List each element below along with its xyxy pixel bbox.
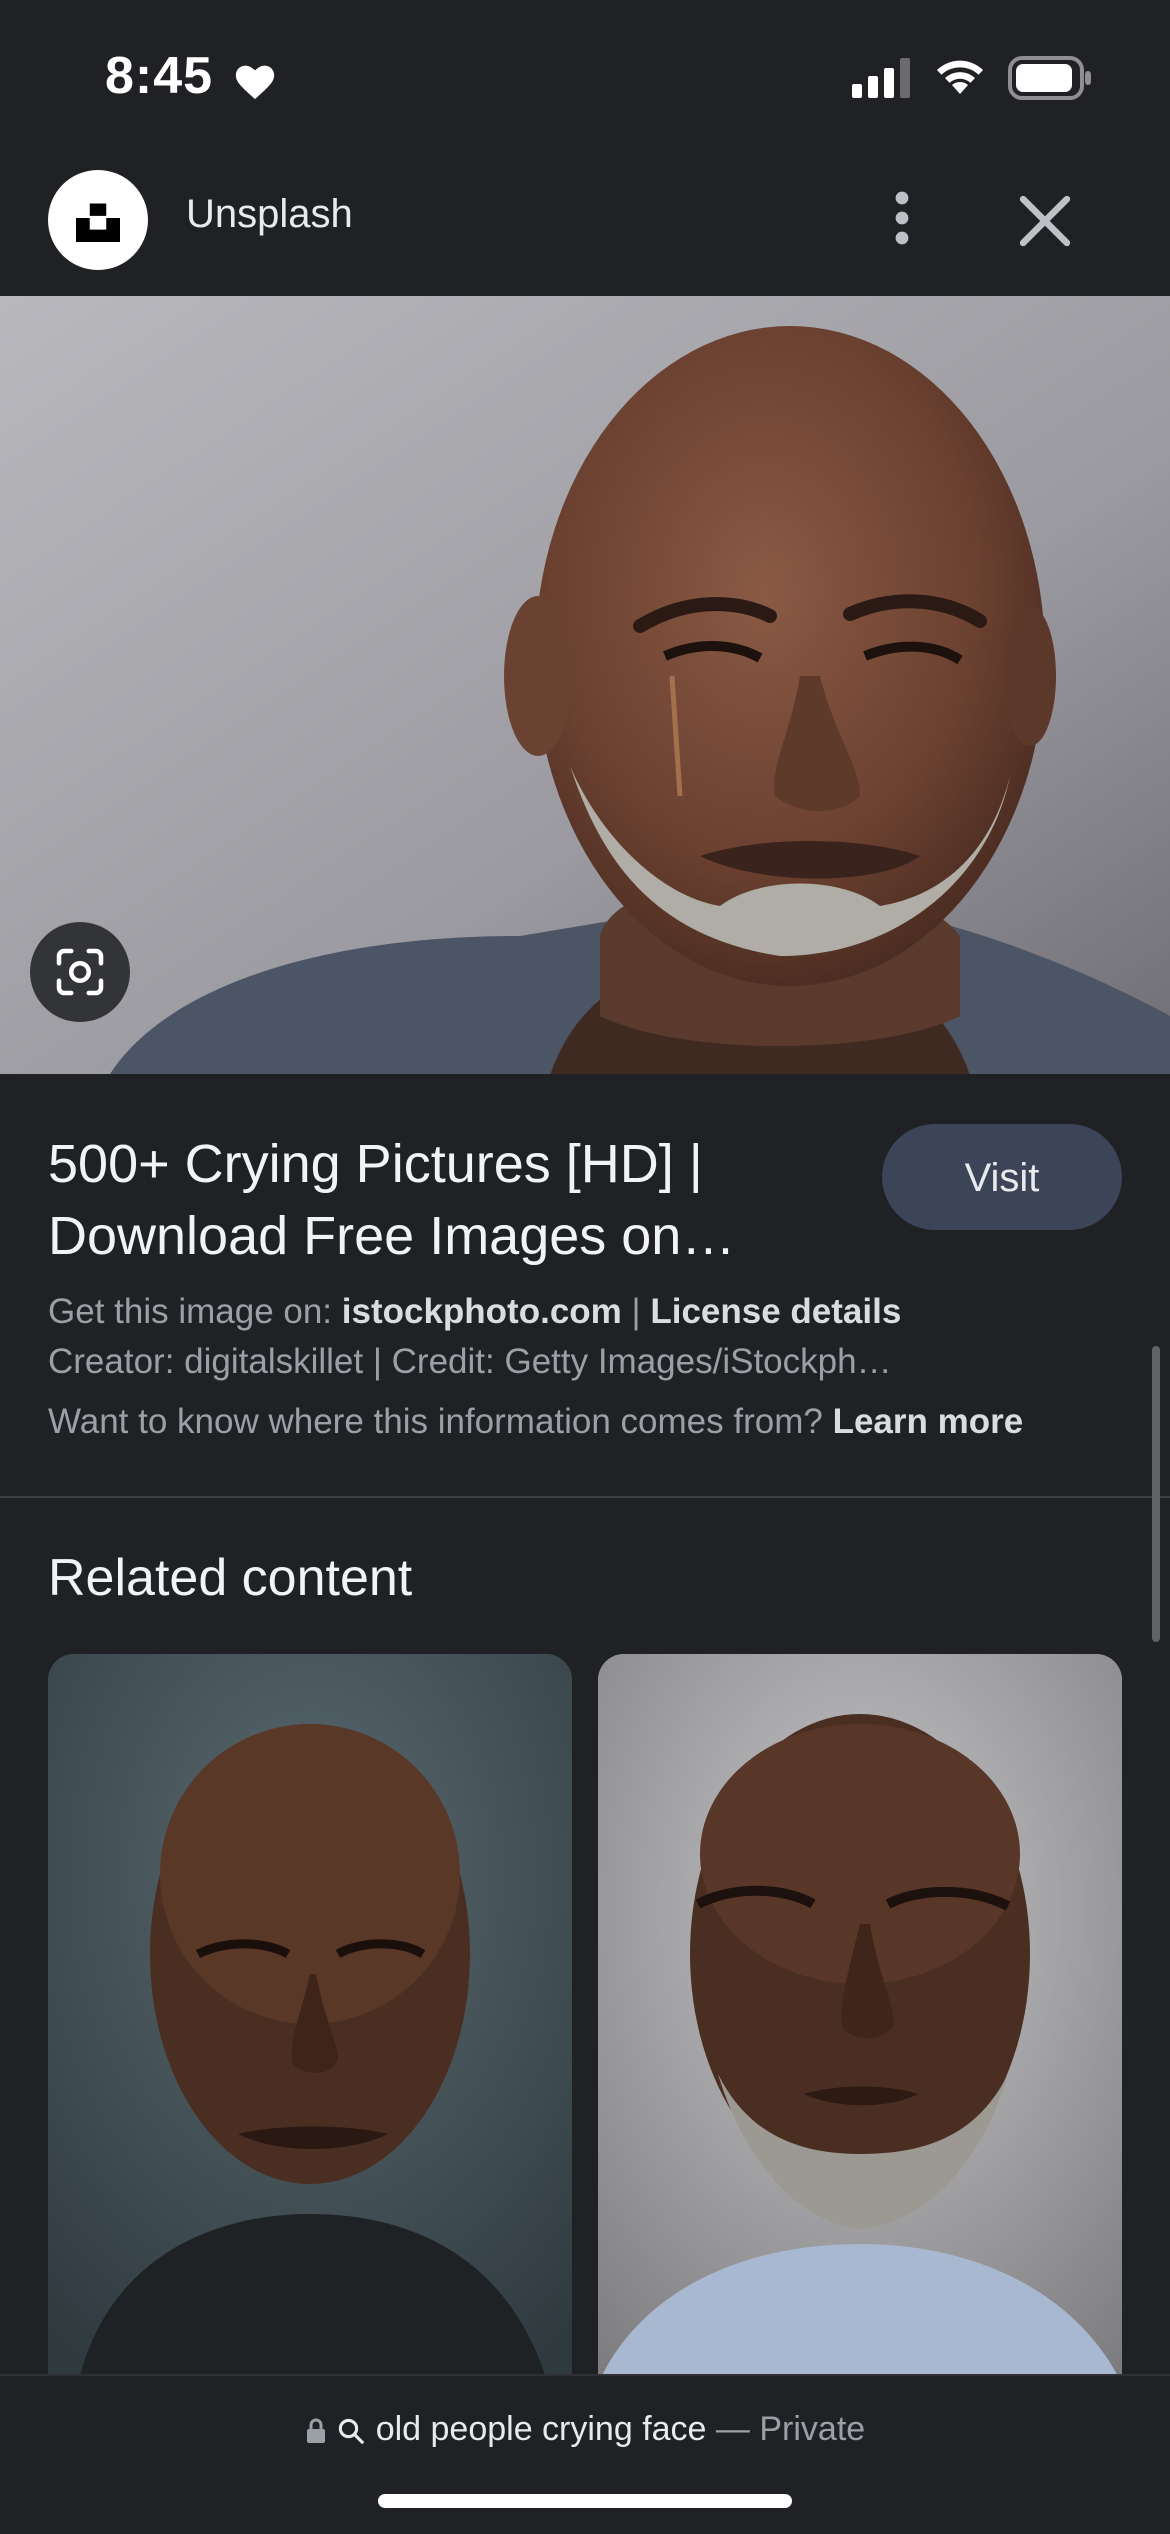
wifi-icon — [937, 60, 983, 94]
result-title[interactable]: 500+ Crying Pictures [HD] | Download Fre… — [48, 1128, 828, 1272]
search-query: old people crying face — [375, 2410, 707, 2448]
separator: | — [621, 1292, 651, 1331]
signal-icon — [852, 58, 910, 98]
visit-button[interactable]: Visit — [882, 1124, 1122, 1230]
info-question: Want to know where this information come… — [48, 1402, 833, 1441]
dash: — — [706, 2410, 760, 2448]
learn-more-link[interactable]: Learn more — [833, 1402, 1024, 1441]
private-label: Private — [759, 2410, 866, 2448]
source-prefix: Get this image on: — [48, 1292, 342, 1331]
related-thumbnail[interactable] — [48, 1654, 572, 2384]
main-image[interactable] — [0, 296, 1170, 1074]
battery-icon — [1008, 56, 1091, 100]
info-source-line: Want to know where this information come… — [48, 1402, 1023, 1442]
image-info-panel: 500+ Crying Pictures [HD] | Download Fre… — [0, 1074, 1170, 1498]
status-bar: 8:45 — [0, 0, 1170, 150]
lock-icon — [306, 2418, 325, 2444]
crying-man-photo — [0, 296, 1170, 1074]
related-photo-2 — [598, 1654, 1122, 2384]
divider — [0, 1496, 1170, 1498]
related-content-title: Related content — [48, 1549, 413, 1607]
scrollbar[interactable] — [1152, 1346, 1160, 1642]
home-indicator[interactable] — [378, 2494, 792, 2508]
lens-button[interactable] — [30, 922, 130, 1022]
lens-icon — [56, 948, 104, 996]
heart-icon — [235, 65, 275, 100]
source-site-link[interactable]: istockphoto.com — [342, 1292, 622, 1331]
viewer-header: Unsplash — [0, 150, 1170, 296]
close-icon[interactable] — [1010, 186, 1080, 256]
license-details-link[interactable]: License details — [650, 1292, 901, 1331]
search-icon — [339, 2418, 365, 2444]
related-thumbnail[interactable] — [598, 1654, 1122, 2384]
related-photo-1 — [48, 1654, 572, 2384]
credits-line: Creator: digitalskillet | Credit: Getty … — [48, 1342, 892, 1381]
search-query-row[interactable]: old people crying face — Private — [0, 2410, 1170, 2449]
site-name[interactable]: Unsplash — [186, 192, 353, 237]
status-time: 8:45 — [105, 47, 214, 105]
more-vert-icon[interactable] — [870, 186, 934, 250]
bottom-address-bar[interactable]: old people crying face — Private — [0, 2374, 1170, 2534]
unsplash-logo-icon[interactable] — [48, 170, 148, 270]
source-line: Get this image on: istockphoto.com | Lic… — [48, 1292, 901, 1332]
